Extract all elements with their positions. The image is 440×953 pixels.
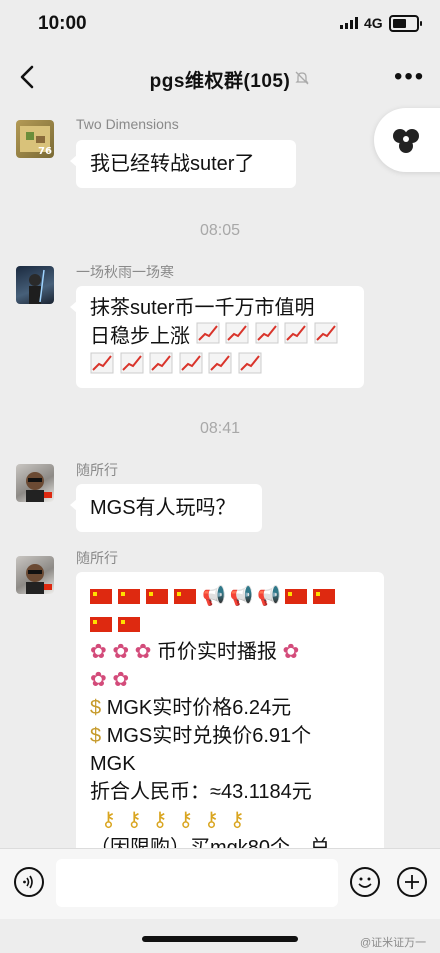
watermark: @证米证万一 bbox=[360, 937, 427, 949]
floating-window-button[interactable] bbox=[374, 108, 440, 172]
chat-header: pgs维权群(105) ••• bbox=[0, 52, 440, 102]
avatar-image bbox=[29, 269, 45, 304]
avatar[interactable] bbox=[16, 464, 54, 502]
chart-up-emoji bbox=[90, 352, 114, 382]
money-bag-emoji: $ bbox=[90, 697, 102, 719]
tulip-emoji: ✿ bbox=[282, 641, 300, 663]
china-flag-emoji bbox=[285, 589, 308, 605]
message-line: $ MGK实时价格6.24元 bbox=[90, 694, 380, 722]
megaphone-emoji: 📢 bbox=[257, 586, 282, 607]
china-flag-emoji bbox=[146, 589, 168, 605]
signal-icon bbox=[340, 17, 358, 29]
message-bubble[interactable]: 我已经转战suter了 bbox=[70, 140, 296, 188]
chart-up-emoji bbox=[284, 322, 308, 352]
battery-icon bbox=[389, 15, 422, 32]
message-text: MGS有人玩吗？ bbox=[90, 497, 236, 519]
message-line: 日稳步上涨 bbox=[90, 322, 338, 352]
avatar[interactable] bbox=[16, 556, 54, 594]
sender-name: Two Dimensions bbox=[76, 116, 179, 132]
money-bag-emoji: $ bbox=[90, 725, 102, 747]
china-flag-emoji bbox=[118, 589, 140, 605]
input-bar bbox=[0, 848, 440, 919]
chart-up-emoji bbox=[179, 352, 203, 382]
chart-up-emoji bbox=[149, 352, 173, 382]
emoji-icon[interactable] bbox=[350, 867, 380, 897]
avatar-image bbox=[26, 564, 52, 594]
status-bar: 10:00 4G bbox=[0, 0, 440, 46]
message-text: 📢 📢 📢 ✿ ✿ ✿ 币价实时播报 ✿ ✿ ✿ $ MGK实时价格6.24元 $ … bbox=[90, 582, 380, 862]
chart-up-emoji bbox=[225, 322, 249, 352]
sender-name: 随所行 bbox=[76, 550, 118, 566]
sender-name: 随所行 bbox=[76, 462, 118, 478]
message-bubble[interactable]: MGS有人玩吗？ bbox=[70, 484, 262, 532]
voice-icon[interactable] bbox=[14, 867, 44, 897]
tulip-emoji: ✿ ✿ bbox=[90, 669, 130, 691]
message-line: $ MGS实时兑换价6.91个 bbox=[90, 722, 380, 750]
message-text: 抹茶suter币一千万市值明 日稳步上涨 bbox=[90, 294, 338, 382]
message-line bbox=[90, 610, 380, 638]
chart-up-emoji bbox=[120, 352, 144, 382]
key-emoji-row: ⚷ ⚷ ⚷ ⚷ ⚷ ⚷ bbox=[90, 809, 245, 831]
chart-up-emoji bbox=[196, 322, 220, 352]
more-icon[interactable]: ••• bbox=[394, 65, 425, 89]
message-bubble[interactable]: 抹茶suter币一千万市值明 日稳步上涨 bbox=[70, 286, 364, 388]
china-flag-emoji bbox=[313, 589, 336, 605]
timestamp: 08:41 bbox=[199, 420, 241, 437]
timestamp: 08:05 bbox=[199, 222, 241, 239]
avatar[interactable]: 76 bbox=[16, 120, 54, 158]
avatar-image: 76 bbox=[20, 126, 52, 157]
mgs-rate: MGS实时兑换价6.91个 bbox=[106, 725, 312, 747]
chart-up-emoji bbox=[208, 352, 232, 382]
bell-off-icon bbox=[295, 71, 309, 85]
china-flag-emoji bbox=[90, 617, 112, 633]
message-line bbox=[90, 352, 338, 382]
floating-window-icon bbox=[393, 129, 419, 153]
svg-text:76: 76 bbox=[38, 146, 52, 157]
sender-name: 一场秋雨一场寒 bbox=[76, 264, 174, 280]
plus-glyph bbox=[405, 875, 419, 889]
message-bubble[interactable]: 📢 📢 📢 ✿ ✿ ✿ 币价实时播报 ✿ ✿ ✿ $ MGK实时价格6.24元 $ … bbox=[76, 572, 384, 862]
mgs-unit: MGK bbox=[90, 753, 136, 775]
china-flag-emoji bbox=[118, 617, 140, 633]
message-line: ✿ ✿ ✿ 币价实时播报 ✿ bbox=[90, 638, 380, 666]
message-line: 📢 📢 📢 bbox=[90, 582, 380, 610]
message-text: 我已经转战suter了 bbox=[90, 153, 255, 175]
megaphone-emoji: 📢 bbox=[202, 586, 226, 607]
message-line-text: 日稳步上涨 bbox=[90, 325, 190, 348]
voice-glyph bbox=[23, 875, 33, 889]
message-line: ✿ ✿ bbox=[90, 666, 380, 694]
chart-up-emoji bbox=[255, 322, 279, 352]
message-line: 抹茶suter币一千万市值明 bbox=[90, 297, 315, 319]
mgk-price: MGK实时价格6.24元 bbox=[106, 697, 292, 719]
emoji-glyph bbox=[358, 877, 372, 888]
china-flag-emoji bbox=[90, 589, 112, 605]
home-indicator[interactable] bbox=[142, 936, 298, 942]
broadcast-label: 币价实时播报 bbox=[156, 641, 277, 663]
plus-icon[interactable] bbox=[397, 867, 427, 897]
china-flag-emoji bbox=[174, 589, 196, 605]
status-time: 10:00 bbox=[38, 13, 87, 34]
avatar-image bbox=[26, 472, 52, 502]
chart-up-emoji bbox=[314, 322, 338, 352]
megaphone-emoji: 📢 bbox=[229, 586, 254, 607]
rmb-value: 折合人民币：≈43.1184元 bbox=[90, 781, 312, 803]
tulip-emoji: ✿ ✿ ✿ bbox=[90, 641, 152, 663]
chart-up-emoji bbox=[238, 352, 262, 382]
message-input[interactable] bbox=[56, 859, 338, 907]
chat-title: pgs维权群(105) bbox=[149, 71, 291, 92]
network-label: 4G bbox=[364, 15, 383, 31]
avatar[interactable] bbox=[16, 266, 54, 304]
